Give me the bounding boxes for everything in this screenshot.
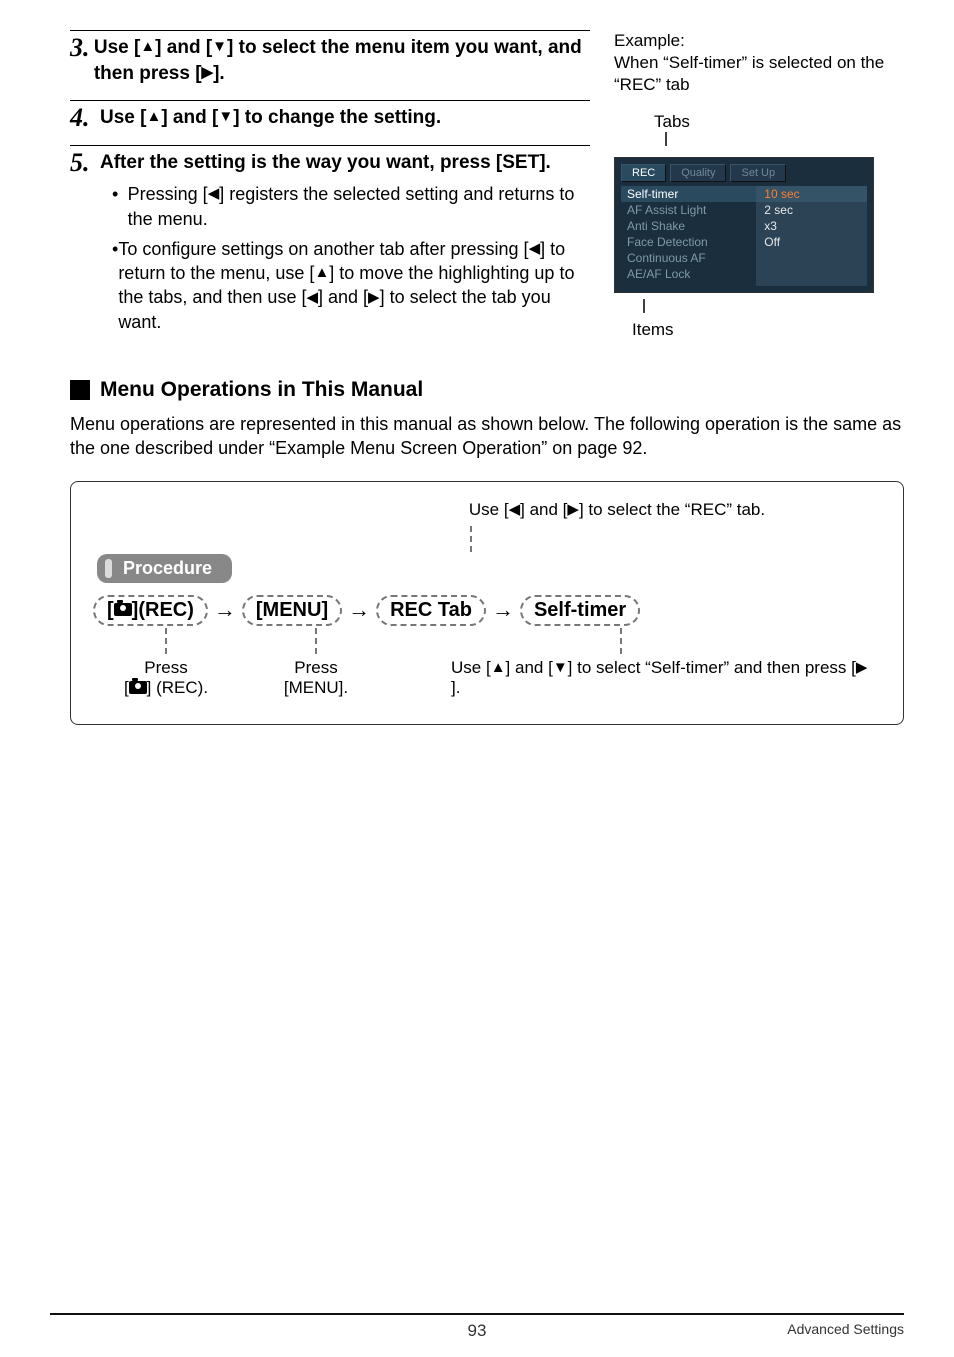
chain-step-rec: [] (REC)	[93, 595, 208, 626]
chain-step-selftimer: Self-timer	[520, 595, 640, 626]
triangle-down-icon: ▼	[218, 107, 233, 127]
triangle-up-icon: ▲	[146, 107, 161, 127]
camera-icon	[129, 681, 147, 694]
screen-value: 2 sec	[756, 202, 867, 218]
screen-value: Off	[756, 234, 867, 250]
leader-line-icon	[662, 132, 712, 148]
screen-tab-rec: REC	[621, 164, 666, 182]
screen-item: Continuous AF	[621, 250, 756, 266]
camera-menu-screenshot: REC Quality Set Up Self-timer AF Assist …	[614, 157, 874, 293]
arrow-right-icon: →	[214, 597, 236, 623]
triangle-down-icon: ▼	[553, 659, 568, 676]
triangle-right-icon: ▶	[567, 500, 579, 518]
procedure-chain: [] (REC) → [MENU] → REC Tab → Self-timer	[93, 595, 883, 626]
items-label: Items	[632, 320, 904, 340]
step-text: After the setting is the way you want, p…	[100, 150, 551, 176]
triangle-left-icon: ◀	[509, 500, 521, 518]
procedure-top-label: Use [◀] and [▶] to select the “REC” tab.	[351, 500, 883, 520]
screen-item: Face Detection	[621, 234, 756, 250]
step-text: Use [▲] and [▼] to change the setting.	[100, 105, 441, 131]
under-label-menu: Press [MENU].	[241, 658, 391, 698]
camera-icon	[114, 603, 132, 616]
section-paragraph: Menu operations are represented in this …	[70, 412, 904, 461]
step-block-5: 5. After the setting is the way you want…	[70, 145, 590, 354]
triangle-right-icon: ▶	[856, 658, 868, 676]
screen-item: AF Assist Light	[621, 202, 756, 218]
screen-item: AE/AF Lock	[621, 266, 756, 282]
step-number: 4.	[70, 105, 100, 131]
triangle-up-icon: ▲	[491, 659, 506, 676]
triangle-left-icon: ◀	[529, 239, 541, 259]
screen-tab-setup: Set Up	[730, 164, 786, 182]
tabs-label: Tabs	[654, 112, 904, 132]
bullet-item: • To configure settings on another tab a…	[112, 237, 590, 334]
step-number: 3.	[70, 35, 94, 61]
chain-step-rectab: REC Tab	[376, 595, 486, 626]
triangle-left-icon: ◀	[208, 184, 220, 204]
step-block-3: 3. Use [▲] and [▼] to select the menu it…	[70, 30, 590, 100]
page-footer: 93 Advanced Settings	[0, 1313, 954, 1337]
step-block-4: 4. Use [▲] and [▼] to change the setting…	[70, 100, 590, 145]
procedure-badge: Procedure	[97, 554, 232, 583]
screen-item: Anti Shake	[621, 218, 756, 234]
chain-step-menu: [MENU]	[242, 595, 342, 626]
example-caption: Example: When “Self-timer” is selected o…	[614, 30, 904, 96]
screen-value: 10 sec	[756, 186, 867, 202]
triangle-up-icon: ▲	[140, 37, 155, 57]
under-label-selftimer: Use [▲] and [▼] to select “Self-timer” a…	[451, 658, 871, 698]
section-heading: Menu Operations in This Manual	[70, 378, 904, 402]
page-number: 93	[0, 1321, 954, 1341]
procedure-box: Use [◀] and [▶] to select the “REC” tab.…	[70, 481, 904, 725]
screen-item: Self-timer	[621, 186, 756, 202]
screen-tab-quality: Quality	[670, 164, 726, 182]
step-number: 5.	[70, 150, 100, 176]
triangle-right-icon: ▶	[368, 288, 380, 308]
under-label-rec: Press [] (REC).	[91, 658, 241, 698]
bullet-item: • Pressing [◀] registers the selected se…	[112, 182, 590, 231]
triangle-down-icon: ▼	[212, 37, 227, 57]
screen-value: x3	[756, 218, 867, 234]
triangle-left-icon: ◀	[306, 288, 318, 308]
arrow-right-icon: →	[348, 597, 370, 623]
step-text: Use [▲] and [▼] to select the menu item …	[94, 35, 590, 86]
triangle-up-icon: ▲	[314, 263, 329, 283]
square-bullet-icon	[70, 380, 90, 400]
arrow-right-icon: →	[492, 597, 514, 623]
section-title: Menu Operations in This Manual	[100, 378, 423, 402]
triangle-right-icon: ▶	[202, 63, 214, 83]
leader-line-icon	[640, 299, 690, 315]
